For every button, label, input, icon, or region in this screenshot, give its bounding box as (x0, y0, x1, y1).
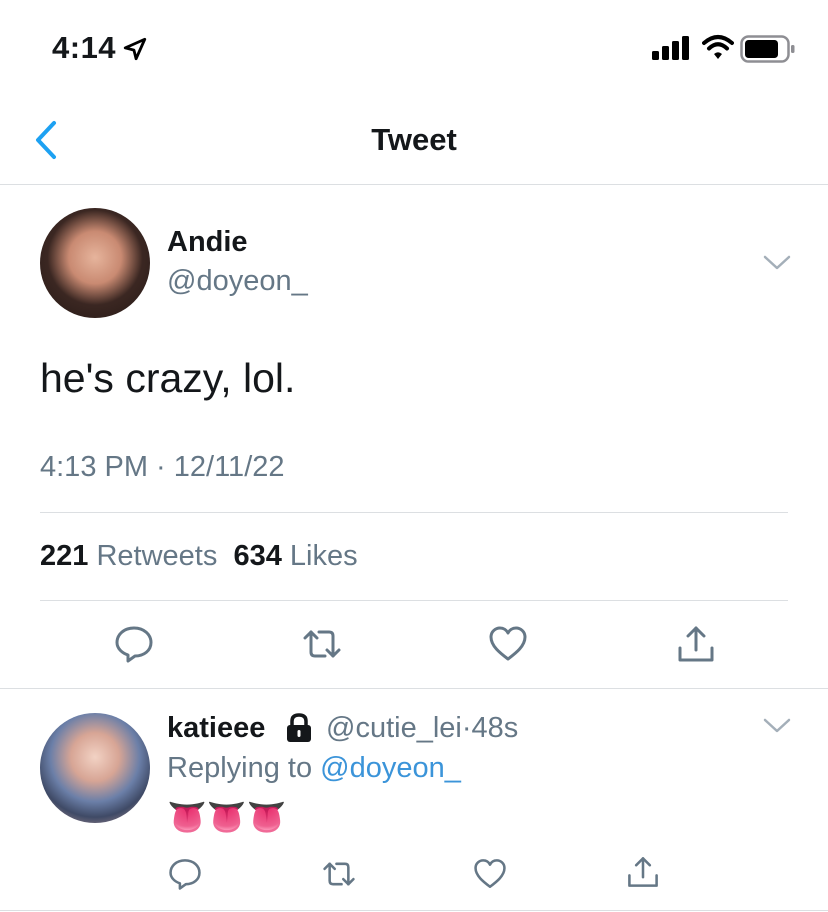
retweet-icon[interactable] (322, 857, 356, 891)
like-icon[interactable] (488, 624, 528, 664)
reply-author-name[interactable]: katieee (167, 712, 265, 745)
cellular-signal-icon (652, 36, 692, 65)
reply-age: 48s (471, 712, 519, 744)
battery-icon (740, 35, 796, 68)
tweet-stats: 221 Retweets 634 Likes (40, 540, 358, 573)
share-icon[interactable] (626, 855, 660, 889)
chevron-down-icon[interactable] (762, 717, 792, 740)
reply-author-handle[interactable]: @cutie_lei (326, 712, 462, 744)
replying-to-link[interactable]: @doyeon_ (320, 752, 461, 784)
reply-handle-time: @cutie_lei·48s (326, 712, 518, 745)
like-icon[interactable] (473, 857, 507, 891)
likes-label[interactable]: Likes (290, 540, 358, 572)
replying-to-label: Replying to (167, 752, 313, 784)
share-icon[interactable] (676, 624, 716, 664)
lock-icon (284, 712, 314, 749)
retweet-icon[interactable] (302, 624, 342, 664)
stats-divider (40, 600, 788, 601)
author-handle[interactable]: @doyeon_ (167, 265, 308, 298)
reply-icon[interactable] (168, 857, 202, 891)
reply-emoji-text: 👅👅👅 (167, 799, 287, 835)
retweets-label[interactable]: Retweets (96, 540, 217, 572)
timestamp-divider (40, 512, 788, 513)
bottom-divider (0, 910, 828, 911)
page-title: Tweet (371, 122, 457, 157)
wifi-icon (702, 33, 734, 66)
tweet-text: he's crazy, lol. (40, 355, 296, 401)
retweets-count[interactable]: 221 (40, 540, 88, 572)
reply-icon[interactable] (114, 624, 154, 664)
likes-count[interactable]: 634 (233, 540, 281, 572)
avatar[interactable] (40, 713, 150, 823)
separator-dot: · (461, 712, 472, 744)
tweet-timestamp: 4:13 PM · 12/11/22 (40, 451, 285, 483)
location-arrow-icon (122, 36, 148, 67)
avatar[interactable] (40, 208, 150, 318)
nav-divider (0, 184, 828, 185)
status-time: 4:14 (52, 30, 117, 65)
author-name[interactable]: Andie (167, 226, 248, 259)
chevron-down-icon[interactable] (762, 254, 792, 277)
replies-divider (0, 688, 828, 689)
replying-to: Replying to @doyeon_ (167, 752, 461, 785)
